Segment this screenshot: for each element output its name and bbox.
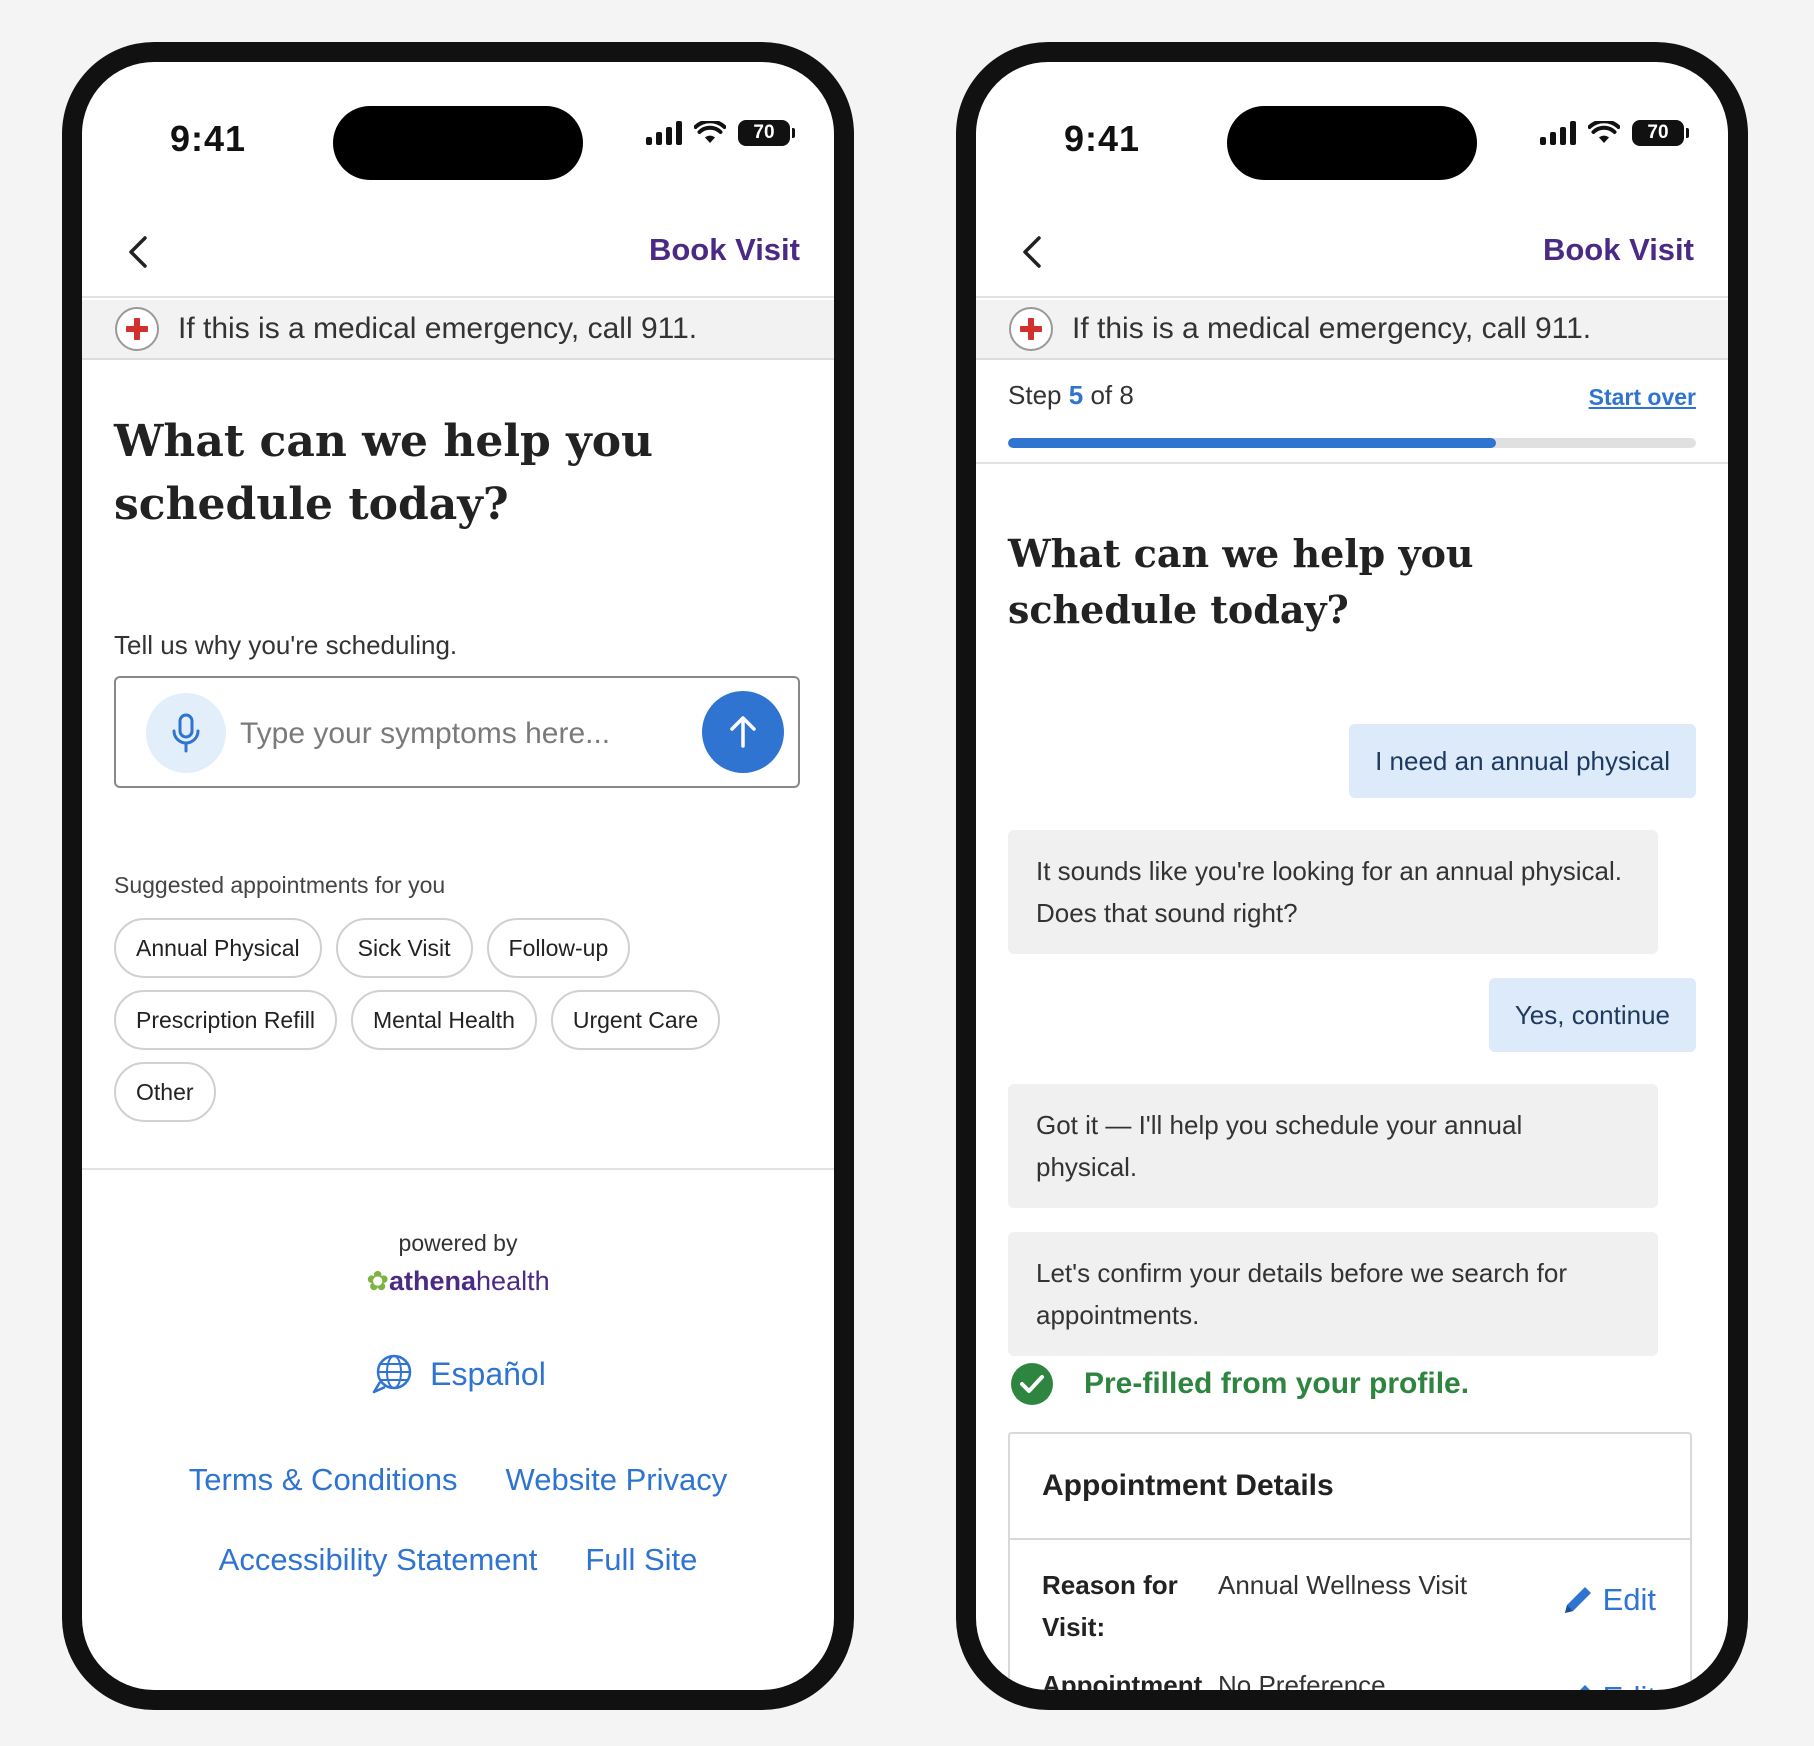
privacy-link[interactable]: Website Privacy	[506, 1462, 728, 1498]
phone-screen-right: 9:41 70 Book Visit If this is a medical …	[976, 62, 1728, 1690]
leaf-icon: ✿	[366, 1266, 389, 1296]
send-button[interactable]	[702, 691, 784, 773]
back-chevron-icon[interactable]	[1014, 232, 1054, 272]
step-progress-fill	[1008, 438, 1497, 448]
detail-value: Annual Wellness Visit	[1218, 1570, 1468, 1600]
detail-row-reason: Reason for Visit: Annual Wellness Visit …	[1042, 1564, 1656, 1654]
chip-sick-visit[interactable]: Sick Visit	[335, 918, 473, 978]
wifi-icon	[1588, 121, 1620, 143]
step-suffix: of 8	[1090, 380, 1134, 410]
assistant-message-bubble: Let's confirm your details before we sea…	[1008, 1232, 1658, 1356]
medical-cross-icon	[1009, 307, 1053, 351]
terms-link[interactable]: Terms & Conditions	[189, 1462, 458, 1498]
full-site-link[interactable]: Full Site	[585, 1542, 697, 1578]
battery-icon: 70	[738, 120, 795, 146]
appointment-details-card: Appointment Details Reason for Visit: An…	[1008, 1432, 1692, 1690]
chip-urgent-care[interactable]: Urgent Care	[550, 990, 721, 1050]
battery-icon: 70	[1632, 120, 1689, 146]
medical-cross-icon	[115, 307, 159, 351]
symptom-input-box	[114, 676, 800, 788]
page-title: What can we help you schedule today?	[1008, 531, 1474, 632]
detail-label: Reason for Visit:	[1042, 1570, 1178, 1642]
dynamic-island	[1227, 106, 1477, 180]
pencil-icon	[1564, 1587, 1591, 1613]
phone-screen-left: 9:41 70 Book Visit If this is a medical …	[82, 62, 834, 1690]
status-time: 9:41	[170, 118, 247, 159]
edit-label: Edit	[1602, 1582, 1656, 1617]
prefill-notice: Pre-filled from your profile.	[1010, 1362, 1469, 1406]
symptom-prompt-label: Tell us why you're scheduling.	[114, 630, 458, 660]
nav-bar: Book Visit	[976, 202, 1728, 298]
back-chevron-icon[interactable]	[120, 232, 160, 272]
detail-value: No Preference	[1218, 1670, 1386, 1690]
nav-title: Book Visit	[1542, 232, 1694, 267]
chip-mental-health[interactable]: Mental Health	[350, 990, 537, 1050]
status-time: 9:41	[1064, 118, 1141, 159]
edit-label: Edit	[1603, 1680, 1656, 1690]
start-over-link[interactable]: Start over	[1589, 384, 1696, 411]
globe-chat-icon	[372, 1354, 412, 1394]
footer-links-row-1: Terms & Conditions Website Privacy	[82, 1462, 834, 1498]
header-divider	[976, 462, 1728, 464]
microphone-icon	[172, 713, 200, 753]
dynamic-island	[333, 106, 583, 180]
accessibility-link[interactable]: Accessibility Statement	[219, 1542, 538, 1578]
symptom-input[interactable]	[240, 706, 660, 762]
language-link[interactable]: Español	[82, 1352, 834, 1396]
phone-frame-right: 9:41 70 Book Visit If this is a medical …	[956, 42, 1748, 1710]
wifi-icon	[694, 121, 726, 143]
emergency-text: If this is a medical emergency, call 911…	[1072, 312, 1592, 345]
status-icons: 70	[1540, 120, 1689, 146]
suggested-appointments-label: Suggested appointments for you	[114, 872, 446, 898]
nav-title: Book Visit	[648, 232, 800, 267]
page-title: What can we help you schedule today?	[114, 416, 654, 530]
footer-links-row-2: Accessibility Statement Full Site	[82, 1542, 834, 1578]
signal-icon	[646, 121, 682, 145]
brand-part-2: health	[476, 1266, 550, 1296]
step-progress-bar	[1008, 438, 1696, 448]
edit-reason-button[interactable]: Edit	[1561, 1582, 1656, 1618]
emergency-text: If this is a medical emergency, call 911…	[178, 312, 698, 345]
chip-follow-up[interactable]: Follow-up	[486, 918, 631, 978]
arrow-up-icon	[730, 716, 756, 748]
detail-row-appointment-type: Appointment Type: No Preference Edit	[1042, 1664, 1656, 1690]
emergency-banner: If this is a medical emergency, call 911…	[82, 300, 834, 360]
brand-part-1: athena	[389, 1266, 477, 1296]
prefill-text: Pre-filled from your profile.	[1084, 1367, 1470, 1400]
chip-prescription-refill[interactable]: Prescription Refill	[114, 990, 337, 1050]
assistant-message-bubble: Got it — I'll help you schedule your ann…	[1008, 1084, 1658, 1208]
status-icons: 70	[646, 120, 795, 146]
chip-other[interactable]: Other	[114, 1062, 216, 1122]
pencil-icon	[1579, 1685, 1590, 1690]
nav-bar: Book Visit	[82, 202, 834, 298]
language-label: Español	[430, 1355, 546, 1392]
user-message-bubble: I need an annual physical	[1349, 724, 1696, 798]
powered-by-label: powered by	[398, 1230, 518, 1256]
step-indicator: Step 5 of 8	[1008, 380, 1134, 411]
chip-annual-physical[interactable]: Annual Physical	[114, 918, 322, 978]
athenahealth-logo: ✿athenahealth	[82, 1266, 834, 1297]
detail-label: Appointment Type:	[1042, 1670, 1203, 1690]
user-message-bubble: Yes, continue	[1488, 978, 1696, 1052]
assistant-message-bubble: It sounds like you're looking for an ann…	[1008, 830, 1658, 954]
edit-appointment-type-button[interactable]: Edit	[1561, 1680, 1656, 1690]
microphone-button[interactable]	[146, 693, 226, 773]
footer-divider	[82, 1168, 834, 1170]
check-circle-icon	[1011, 1363, 1053, 1405]
suggestion-chips: Annual Physical Sick Visit Follow-up Pre…	[114, 918, 774, 1122]
emergency-banner: If this is a medical emergency, call 911…	[976, 300, 1728, 360]
phone-frame-left: 9:41 70 Book Visit If this is a medical …	[62, 42, 854, 1710]
step-current: 5	[1068, 380, 1084, 410]
signal-icon	[1540, 121, 1576, 145]
step-prefix: Step	[1008, 380, 1062, 410]
appointment-details-title: Appointment Details	[1010, 1434, 1690, 1540]
